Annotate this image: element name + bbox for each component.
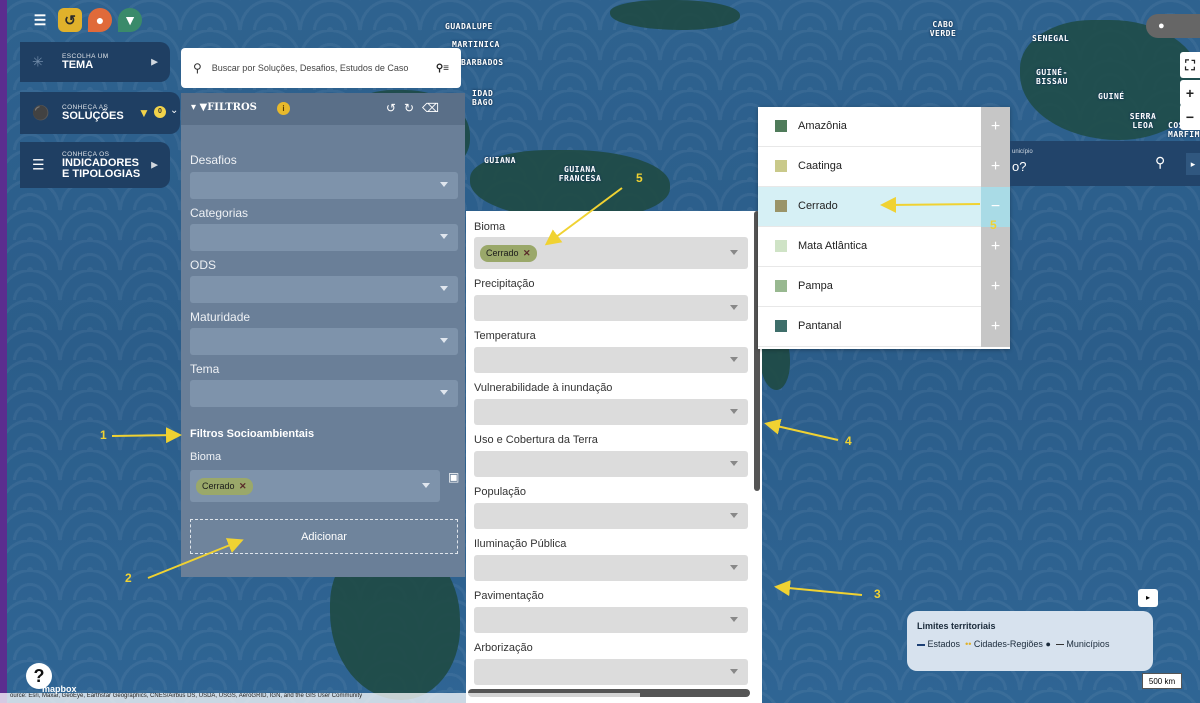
annotation-arrow-5a [544, 187, 623, 246]
annotation-number: 5 [636, 171, 643, 185]
annotation-arrow-5b [880, 196, 981, 213]
annotation-arrow-3 [774, 580, 863, 597]
annotation-number: 3 [874, 587, 881, 601]
annotation-arrow-2 [147, 538, 244, 579]
annotation-number: 2 [125, 571, 132, 585]
annotation-arrow-4 [764, 418, 839, 441]
annotation-number: 5 [990, 218, 997, 232]
annotation-arrow-1 [111, 427, 182, 444]
annotation-number: 1 [100, 428, 107, 442]
annotation-number: 4 [845, 434, 852, 448]
annotation-arrows [111, 187, 981, 597]
